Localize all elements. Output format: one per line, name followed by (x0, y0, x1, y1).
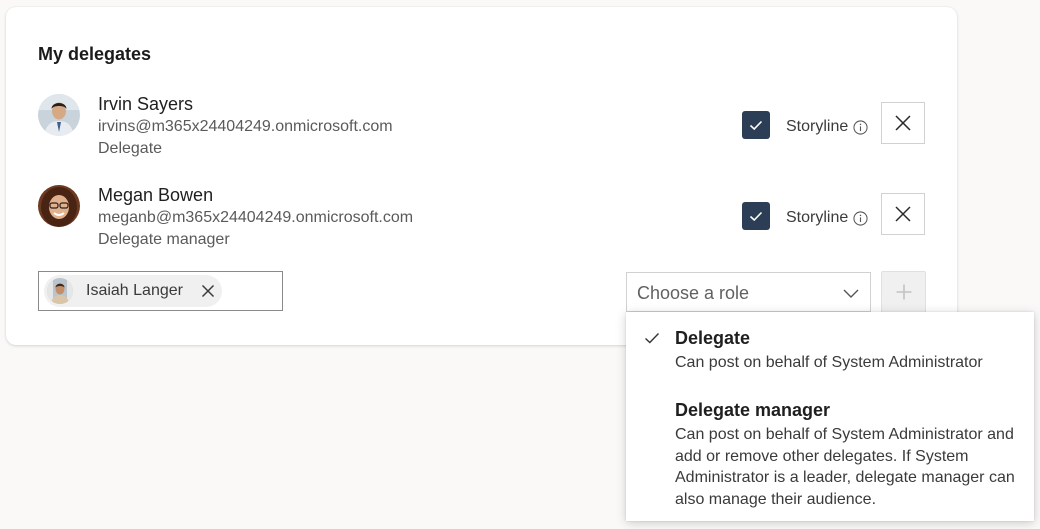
delegate-row: Irvin Sayers irvins@m365x24404249.onmicr… (38, 94, 938, 164)
delegate-email: meganb@m365x24404249.onmicrosoft.com (98, 209, 414, 226)
avatar (47, 278, 73, 304)
plus-icon (896, 284, 911, 300)
people-picker-input[interactable]: Isaiah Langer (38, 271, 283, 311)
role-dropdown-list: Delegate Can post on behalf of System Ad… (626, 312, 1034, 521)
selected-person-name: Isaiah Langer (86, 282, 183, 299)
storyline-label-group: Storyline (786, 209, 868, 227)
close-icon (201, 284, 215, 298)
role-option-title: Delegate (675, 328, 751, 348)
role-option-description: Can post on behalf of System Administrat… (675, 426, 1015, 508)
checkmark-icon (645, 333, 660, 344)
storyline-label-group: Storyline (786, 118, 868, 136)
storyline-checkbox[interactable] (742, 111, 770, 139)
delegate-role: Delegate manager (98, 231, 230, 248)
role-select-placeholder: Choose a role (637, 283, 750, 303)
role-select[interactable]: Choose a role (626, 272, 871, 312)
storyline-label: Storyline (786, 118, 849, 135)
close-icon (895, 115, 911, 131)
checkmark-icon (749, 211, 763, 222)
add-delegate-button[interactable] (881, 271, 926, 313)
role-option-delegate[interactable]: Delegate Can post on behalf of System Ad… (626, 312, 1034, 384)
delegate-role: Delegate (98, 140, 163, 157)
remove-person-button[interactable] (200, 283, 216, 299)
avatar (38, 185, 80, 227)
info-icon[interactable] (853, 210, 868, 226)
selected-person-chip[interactable]: Isaiah Langer (44, 275, 222, 307)
role-option-description: Can post on behalf of System Administrat… (675, 354, 983, 371)
delegate-email: irvins@m365x24404249.onmicrosoft.com (98, 118, 393, 135)
storyline-checkbox[interactable] (742, 202, 770, 230)
remove-delegate-button[interactable] (881, 193, 925, 235)
checkmark-icon (749, 120, 763, 131)
delegate-row: Megan Bowen meganb@m365x24404249.onmicro… (38, 185, 938, 255)
info-icon[interactable] (853, 119, 868, 135)
section-title: My delegates (38, 44, 152, 64)
avatar (38, 94, 80, 136)
delegate-name: Megan Bowen (98, 185, 214, 205)
delegate-name: Irvin Sayers (98, 94, 194, 114)
chevron-down-icon (843, 289, 859, 298)
delegates-card: My delegates Irvin Sayers irvins@m365x24… (6, 7, 957, 345)
remove-delegate-button[interactable] (881, 102, 925, 144)
storyline-label: Storyline (786, 209, 849, 226)
close-icon (895, 206, 911, 222)
role-option-title: Delegate manager (675, 400, 831, 420)
role-option-delegate-manager[interactable]: Delegate manager Can post on behalf of S… (626, 390, 1034, 520)
